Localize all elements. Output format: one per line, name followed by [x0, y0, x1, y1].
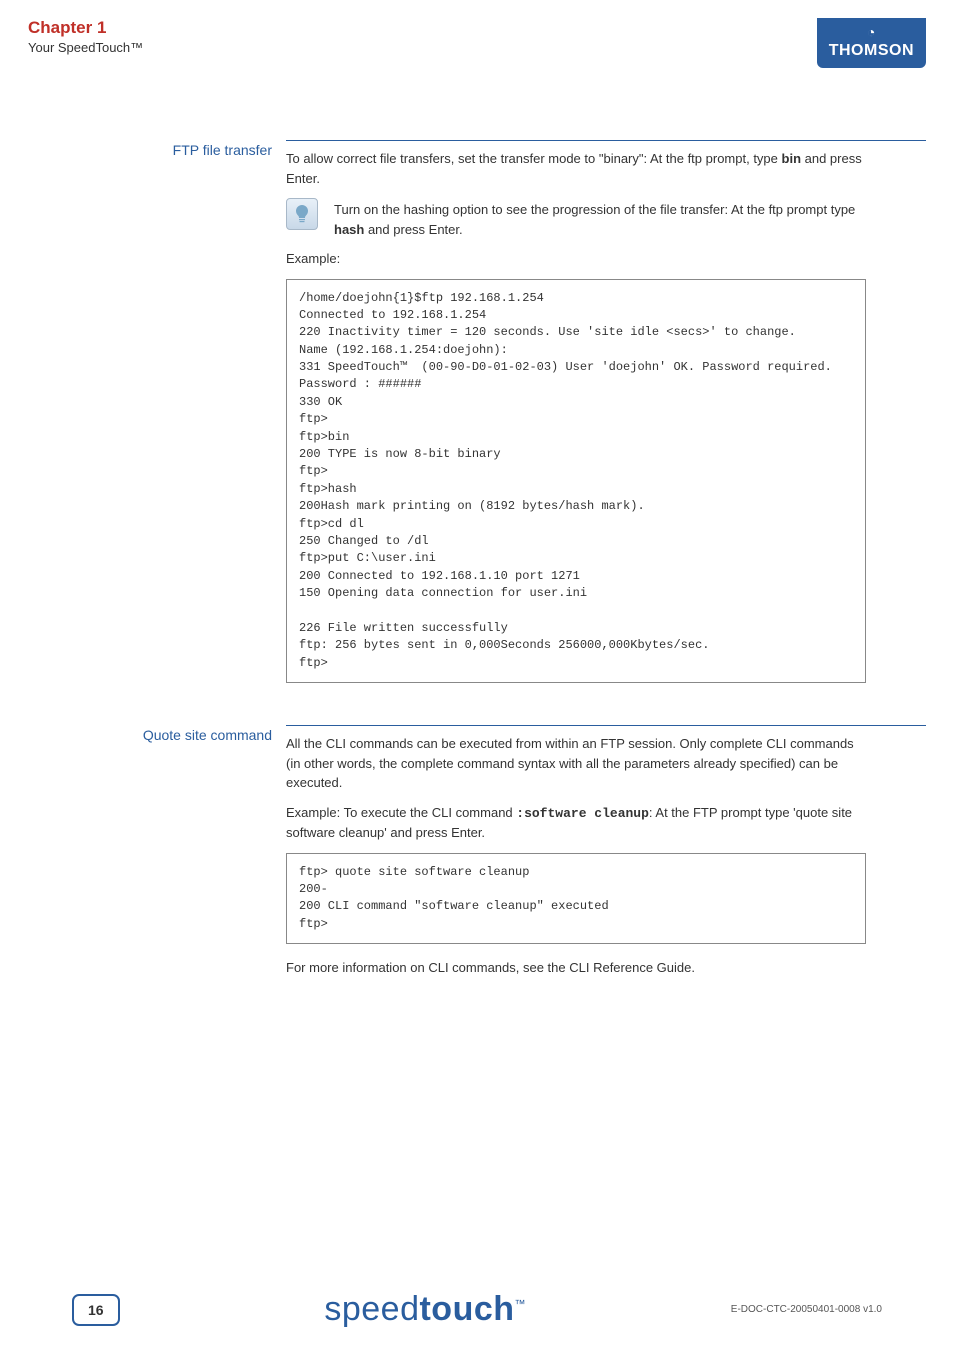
chapter-subtitle: Your SpeedTouch™	[28, 40, 143, 55]
logo-tm: ™	[515, 1299, 527, 1311]
section-label-ftp: FTP file transfer	[28, 140, 286, 697]
speedtouch-logo: speedtouch™	[324, 1290, 526, 1329]
chapter-title: Chapter 1	[28, 18, 143, 38]
tip-cmd: hash	[334, 222, 364, 237]
bell-icon: ◔	[829, 24, 914, 40]
section-body-ftp: To allow correct file transfers, set the…	[286, 140, 926, 697]
thomson-logo: ◔ THOMSON	[817, 18, 926, 68]
ftp-intro-cmd: bin	[782, 151, 802, 166]
ftp-code-block: /home/doejohn{1}$ftp 192.168.1.254 Conne…	[286, 279, 866, 684]
quote-para1: All the CLI commands can be executed fro…	[286, 734, 866, 793]
ftp-intro-pre: To allow correct file transfers, set the…	[286, 151, 782, 166]
section-ftp: FTP file transfer To allow correct file …	[28, 140, 926, 697]
tip-post: and press Enter.	[364, 222, 462, 237]
quote-para2-pre: Example: To execute the CLI command	[286, 805, 516, 820]
content-area: FTP file transfer To allow correct file …	[0, 140, 954, 988]
tip-text: Turn on the hashing option to see the pr…	[334, 198, 866, 239]
quote-para2-cmd: :software cleanup	[516, 806, 649, 821]
page-number: 16	[72, 1294, 120, 1326]
section-label-quote: Quote site command	[28, 725, 286, 988]
page-header: Chapter 1 Your SpeedTouch™ ◔ THOMSON	[0, 0, 954, 80]
quote-code-block: ftp> quote site software cleanup 200- 20…	[286, 853, 866, 945]
header-left: Chapter 1 Your SpeedTouch™	[28, 18, 143, 55]
quote-para3: For more information on CLI commands, se…	[286, 958, 866, 978]
logo-light: speed	[324, 1290, 419, 1328]
lightbulb-icon	[286, 198, 318, 230]
doc-id: E-DOC-CTC-20050401-0008 v1.0	[731, 1304, 882, 1315]
brand-text: THOMSON	[829, 42, 914, 59]
section-quote: Quote site command All the CLI commands …	[28, 725, 926, 988]
logo-bold: touch	[419, 1290, 514, 1328]
tip-box: Turn on the hashing option to see the pr…	[286, 198, 866, 239]
tip-pre: Turn on the hashing option to see the pr…	[334, 202, 855, 217]
page-footer: 16 speedtouch™ E-DOC-CTC-20050401-0008 v…	[0, 1290, 954, 1329]
quote-para2: Example: To execute the CLI command :sof…	[286, 803, 866, 843]
section-body-quote: All the CLI commands can be executed fro…	[286, 725, 926, 988]
ftp-intro: To allow correct file transfers, set the…	[286, 149, 866, 188]
example-label: Example:	[286, 249, 866, 269]
